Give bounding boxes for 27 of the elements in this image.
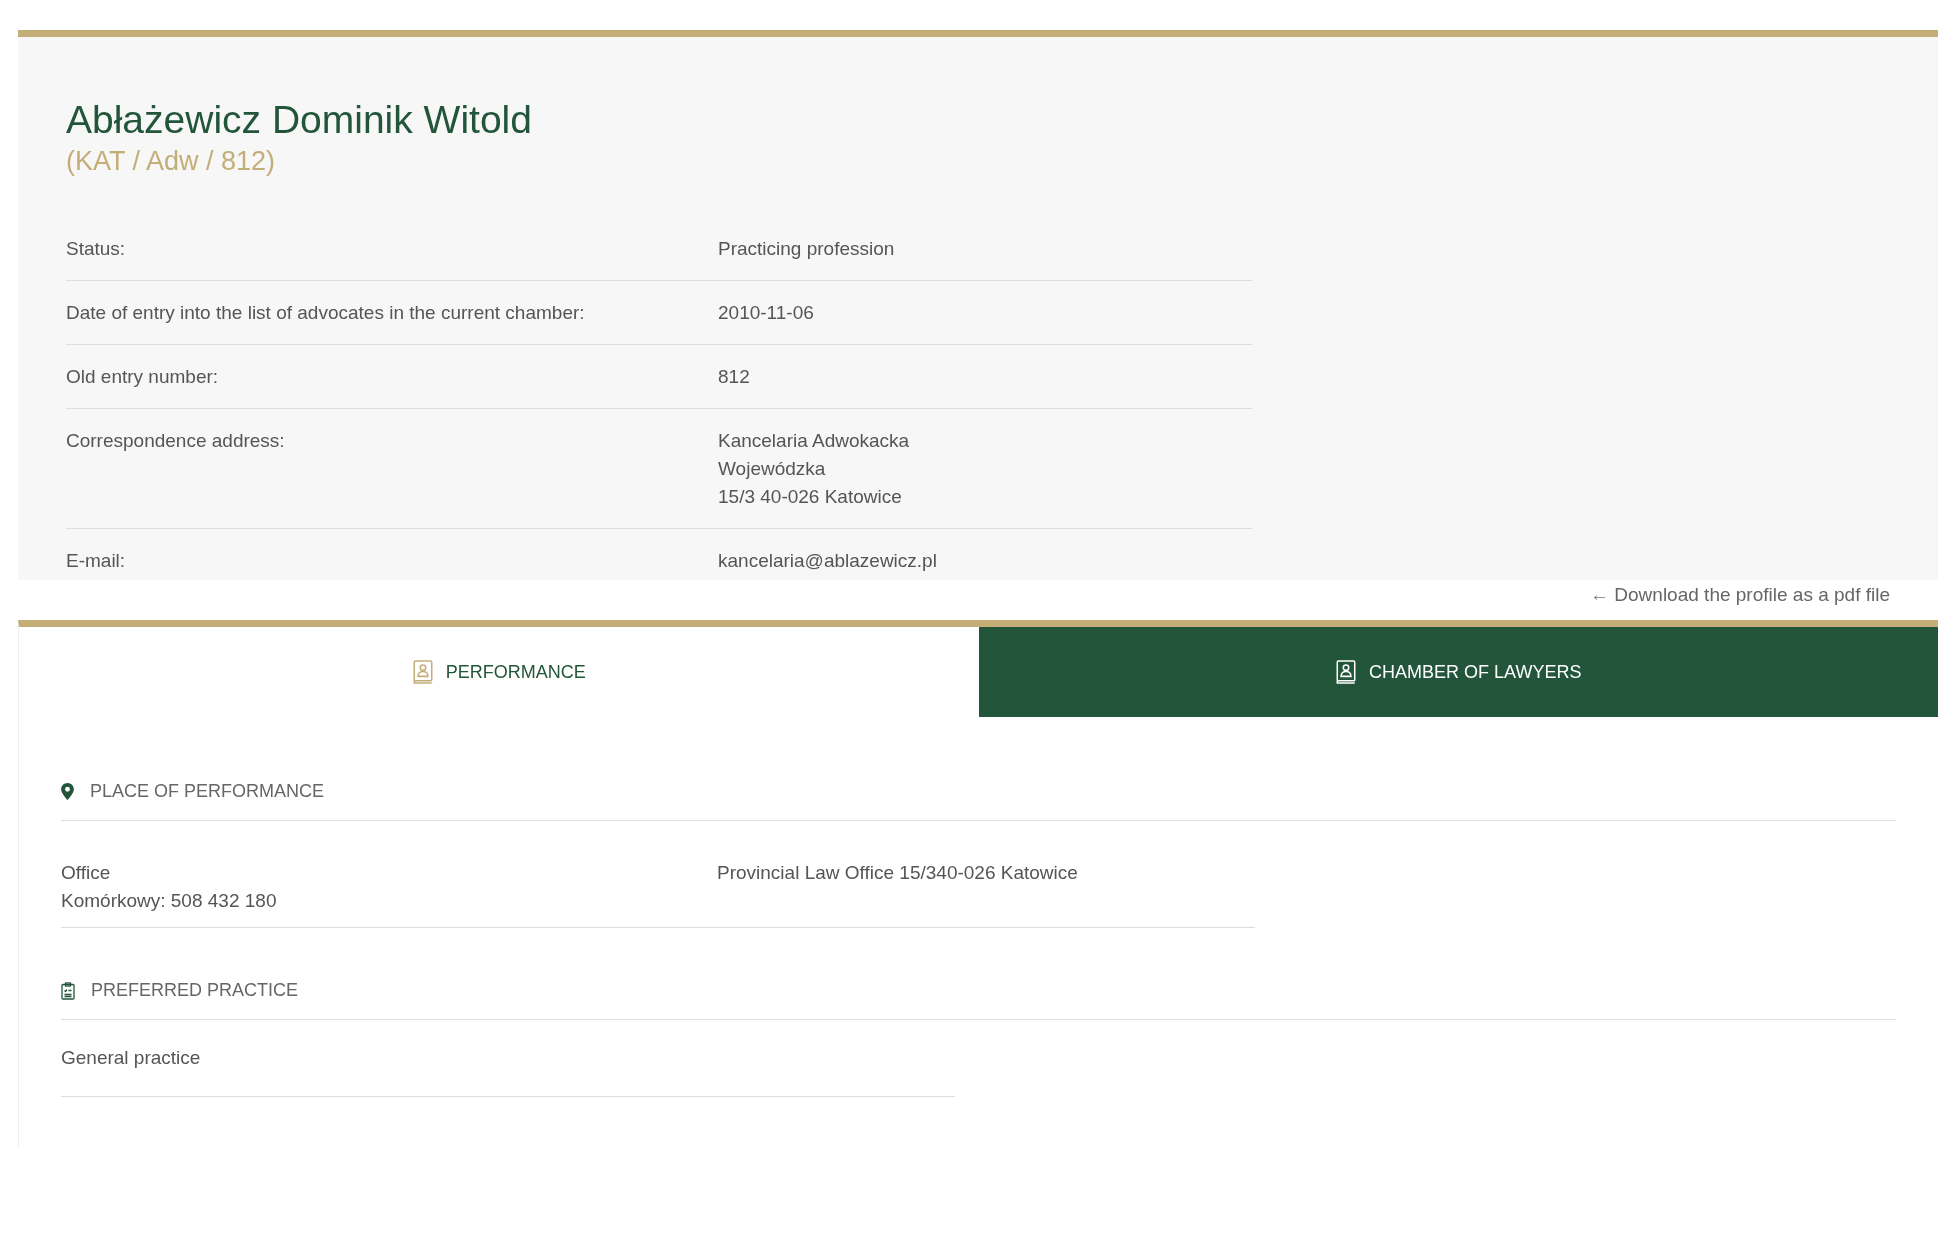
clipboard-icon [61, 981, 75, 1000]
field-label: Correspondence address: [66, 428, 286, 453]
field-label: Old entry number: [66, 364, 220, 389]
field-value: kancelaria@ablazewicz.pl [718, 548, 938, 573]
location-pin-icon [61, 783, 74, 800]
entry-text: Komórkowy: 508 432 180 [61, 889, 278, 913]
field-label: Date of entry into the list of advocates in the current chamber: [66, 300, 586, 325]
section-title: PREFERRED PRACTICE [91, 980, 299, 1001]
field-value: Wojewódzka [718, 456, 827, 481]
entry-text: Office [61, 861, 112, 885]
field-value: 2010-11-06 [718, 300, 815, 325]
arrow-icon: ← [1590, 583, 1610, 605]
field-value: Kancelaria Adwokacka [718, 428, 911, 453]
profile-book-icon [1335, 660, 1358, 684]
field-value: 15/3 40-026 Katowice [718, 484, 903, 509]
section-title: PLACE OF PERFORMANCE [90, 781, 325, 802]
field-value: 812 [718, 364, 751, 389]
field-value: Practicing profession [718, 236, 896, 261]
field-label: E-mail: [66, 548, 127, 573]
field-label: Status: [66, 236, 127, 261]
entry-text: Provincial Law Office 15/340-026 Katowice [717, 861, 1079, 885]
profile-book-icon [411, 660, 434, 684]
person-name: Abłażewicz Dominik Witold [66, 97, 533, 143]
registry-id: (KAT / Adw / 812) [66, 145, 277, 177]
download-link[interactable]: ← Download the profile as a pdf file [1590, 583, 1890, 606]
tab[interactable]: CHAMBER OF LAWYERS [978, 627, 1938, 717]
entry-text: General practice [61, 1046, 202, 1070]
